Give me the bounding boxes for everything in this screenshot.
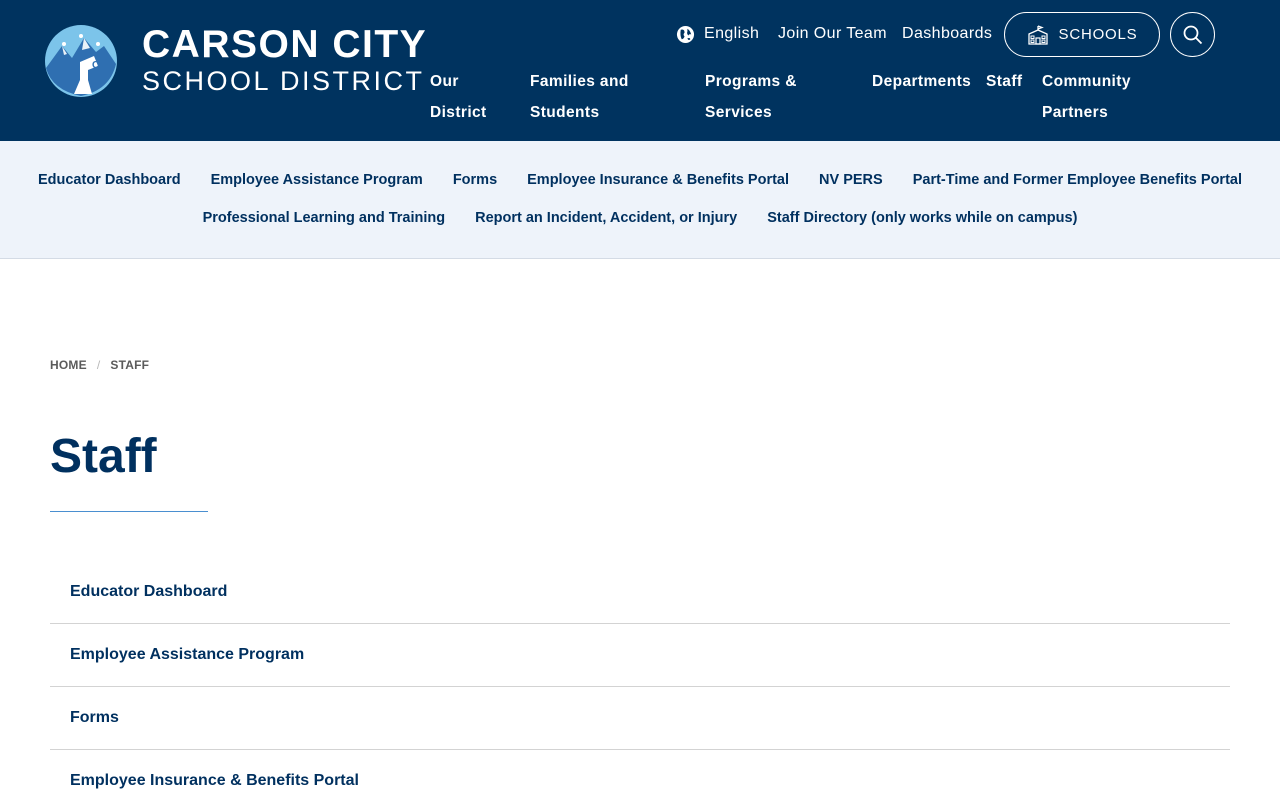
nav-departments[interactable]: Departments (872, 66, 971, 97)
subnav-educator-dashboard[interactable]: Educator Dashboard (38, 171, 181, 189)
list-item[interactable]: Educator Dashboard (50, 561, 1230, 624)
breadcrumb-home[interactable]: HOME (50, 358, 87, 372)
list-item[interactable]: Forms (50, 687, 1230, 750)
subnav-professional-learning[interactable]: Professional Learning and Training (203, 209, 446, 227)
staff-link-list: Educator Dashboard Employee Assistance P… (50, 561, 1230, 800)
district-name[interactable]: CARSON CITY SCHOOL DISTRICT (142, 23, 428, 97)
search-icon (1183, 25, 1202, 44)
site-header: C CARSON CITY SCHOOL DISTRICT English Jo… (0, 0, 1280, 141)
schools-button-label: SCHOOLS (1058, 26, 1138, 43)
list-item[interactable]: Employee Insurance & Benefits Portal (50, 750, 1230, 800)
staff-subnav: Educator Dashboard Employee Assistance P… (0, 141, 1280, 259)
subnav-nv-pers[interactable]: NV PERS (819, 171, 883, 189)
nav-staff[interactable]: Staff (986, 66, 1022, 97)
list-item-label: Educator Dashboard (70, 583, 228, 600)
schools-button[interactable]: SCHOOLS (1004, 12, 1160, 57)
subnav-forms[interactable]: Forms (453, 171, 497, 189)
list-item-label: Employee Assistance Program (70, 646, 305, 663)
breadcrumb: HOME / STAFF (50, 358, 149, 372)
breadcrumb-separator: / (96, 358, 101, 372)
district-logo[interactable]: C (44, 24, 118, 98)
subnav-employee-assistance-program[interactable]: Employee Assistance Program (211, 171, 423, 189)
search-button[interactable] (1170, 12, 1215, 57)
title-divider (50, 511, 208, 512)
globe-icon (676, 25, 695, 43)
subnav-staff-directory[interactable]: Staff Directory (only works while on cam… (767, 209, 1077, 227)
nav-our-district[interactable]: Our District (430, 66, 500, 128)
subnav-row-1: Educator Dashboard Employee Assistance P… (0, 171, 1280, 189)
svg-text:C: C (92, 60, 99, 71)
subnav-insurance-benefits-portal[interactable]: Employee Insurance & Benefits Portal (527, 171, 789, 189)
subnav-report-incident[interactable]: Report an Incident, Accident, or Injury (475, 209, 737, 227)
language-label: English (704, 25, 760, 42)
nav-programs-and-services[interactable]: Programs & Services (705, 66, 845, 128)
school-building-icon (1027, 24, 1048, 45)
breadcrumb-current: STAFF (110, 358, 150, 372)
page-title: Staff (50, 430, 157, 483)
subnav-part-time-former-benefits-portal[interactable]: Part-Time and Former Employee Benefits P… (913, 171, 1242, 189)
dashboards-link[interactable]: Dashboards (902, 24, 992, 44)
nav-families-and-students[interactable]: Families and Students (530, 66, 670, 128)
nav-community-partners[interactable]: Community Partners (1042, 66, 1152, 128)
list-item[interactable]: Employee Assistance Program (50, 624, 1230, 687)
join-our-team-link[interactable]: Join Our Team (778, 24, 887, 44)
list-item-label: Employee Insurance & Benefits Portal (70, 772, 359, 789)
subnav-row-2: Professional Learning and Training Repor… (0, 209, 1280, 227)
district-name-line2: SCHOOL DISTRICT (142, 66, 425, 96)
language-selector[interactable]: English (676, 24, 759, 44)
list-item-label: Forms (70, 709, 119, 726)
logo-mountain-icon: C (45, 25, 117, 97)
district-name-line1: CARSON CITY (142, 23, 428, 66)
